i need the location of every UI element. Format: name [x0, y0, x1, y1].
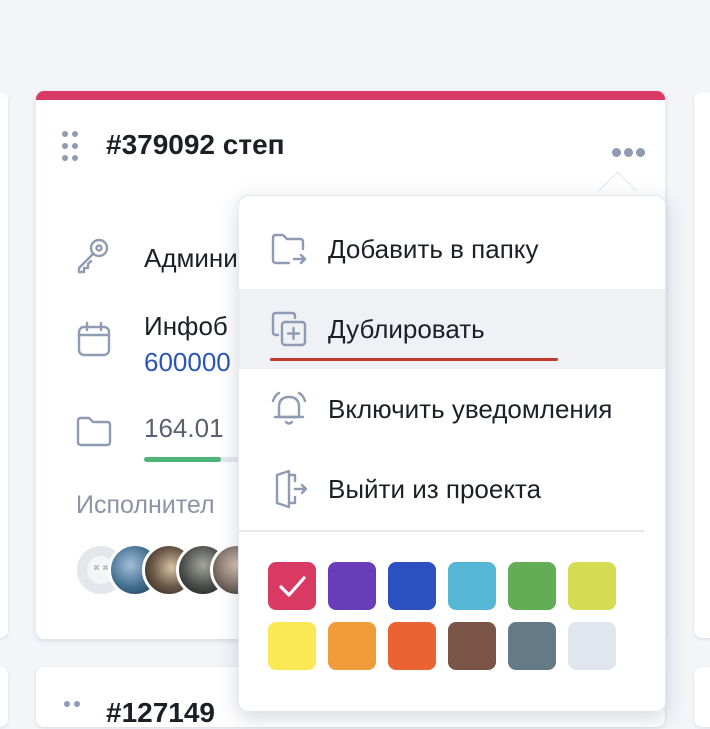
storage-progress-fill — [144, 457, 221, 462]
color-swatch-light-gray[interactable] — [568, 622, 616, 670]
more-options-button[interactable] — [608, 146, 648, 158]
color-swatch-lime[interactable] — [568, 562, 616, 610]
card-color-bar — [36, 91, 665, 100]
menu-item-label: Включить уведомления — [328, 394, 613, 424]
menu-divider — [239, 530, 644, 532]
duplicate-icon — [271, 311, 307, 347]
hover-underline — [270, 358, 558, 361]
color-swatch-yellow[interactable] — [268, 622, 316, 670]
folder-icon — [76, 416, 112, 447]
next-card-title[interactable]: #127149 — [106, 697, 215, 729]
info-number-link[interactable]: 600000 — [144, 347, 231, 378]
color-swatch-green[interactable] — [508, 562, 556, 610]
bell-icon — [271, 391, 307, 425]
card-title[interactable]: #379092 степ — [106, 129, 285, 161]
menu-item-leave-project[interactable]: Выйти из проекта — [239, 449, 665, 529]
color-swatch-sky[interactable] — [448, 562, 496, 610]
menu-item-label: Выйти из проекта — [328, 474, 542, 504]
exit-icon — [275, 469, 308, 509]
folder-move-icon — [271, 233, 307, 265]
project-context-menu: Добавить в папку Дублировать Включить ув… — [238, 195, 666, 712]
storage-size: 164.01 — [144, 413, 224, 443]
menu-item-duplicate[interactable]: Дублировать — [239, 289, 665, 369]
next-card-drag-handle[interactable] — [64, 701, 80, 713]
color-swatch-blue[interactable] — [388, 562, 436, 610]
right-card-partial — [694, 92, 710, 638]
check-icon — [279, 576, 306, 597]
color-swatch-slate[interactable] — [508, 622, 556, 670]
menu-item-label: Дублировать — [328, 314, 485, 344]
menu-item-enable-notifications[interactable]: Включить уведомления — [239, 369, 665, 449]
color-swatch-orange[interactable] — [328, 622, 376, 670]
executors-label: Исполнител — [76, 491, 215, 519]
calendar-icon — [77, 321, 111, 357]
color-swatch-purple[interactable] — [328, 562, 376, 610]
color-swatch-red-orange[interactable] — [388, 622, 436, 670]
info-text: Инфоб — [144, 311, 228, 341]
role-text: Админи — [144, 243, 238, 273]
right-card-bottom-partial — [694, 667, 710, 727]
key-icon — [77, 238, 109, 274]
left-card-bottom-partial — [0, 667, 8, 727]
color-swatch-brown[interactable] — [448, 622, 496, 670]
color-swatch-crimson[interactable] — [268, 562, 316, 610]
menu-item-label: Добавить в папку — [328, 234, 539, 264]
drag-handle-icon[interactable] — [62, 131, 78, 161]
menu-item-add-to-folder[interactable]: Добавить в папку — [239, 209, 665, 289]
left-card-partial — [0, 92, 8, 638]
